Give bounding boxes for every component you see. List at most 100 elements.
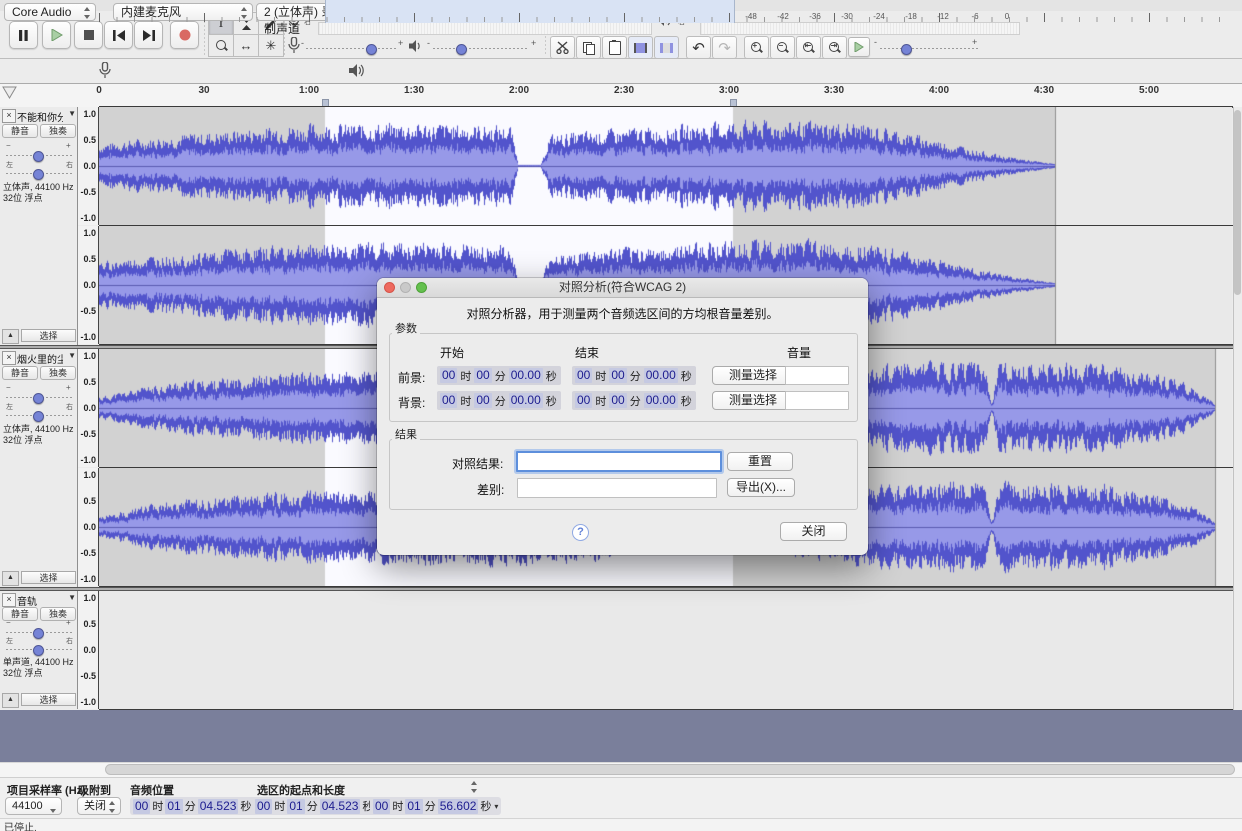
time-digit-group[interactable]: 56.602 [437, 798, 479, 814]
reset-button[interactable]: 重置 [727, 452, 793, 471]
time-digit-group[interactable]: ▾ [493, 802, 498, 811]
time-digit-group[interactable]: 01 [405, 798, 423, 814]
selection-length-field[interactable]: 00 时 01 分 56.602 秒 ▾ [370, 797, 502, 815]
collapse-track-button[interactable]: ▲ [2, 329, 19, 344]
foreground-end-field[interactable]: 00 时 00 分 00.00 秒 [572, 366, 696, 385]
fit-project-button[interactable]: ⇥ [822, 36, 847, 59]
collapse-track-button[interactable]: ▲ [2, 693, 19, 708]
play-speed-slider[interactable] [880, 48, 980, 49]
export-button[interactable]: 导出(X)... [727, 478, 795, 497]
track1-right-vruler[interactable]: 1.0 0.5 0.0 -0.5 -1.0 [78, 226, 99, 344]
mute-button[interactable]: 静音 [2, 366, 38, 380]
foreground-volume-field[interactable] [785, 366, 849, 385]
paste-button[interactable] [602, 36, 627, 59]
track2-control-panel[interactable]: ×烟火里的尘埃▼静音独奏−+左右立体声, 44100 Hz32位 浮点▲选择 [0, 349, 78, 587]
zoom-in-button[interactable]: + [744, 36, 769, 59]
collapse-track-button[interactable]: ▲ [2, 571, 19, 586]
track-menu-icon[interactable]: ▼ [68, 351, 76, 360]
time-digit-group[interactable]: 分 [184, 798, 197, 814]
track-close-button[interactable]: × [2, 593, 16, 607]
track-title[interactable]: 烟火里的尘埃 [17, 351, 63, 366]
track1-left-waveform[interactable] [99, 107, 1232, 225]
time-digit-group[interactable]: 00.00 [508, 368, 543, 383]
time-digit-group[interactable]: 00 [440, 393, 458, 408]
track1-left-vruler[interactable]: 1.0 0.5 0.0 -0.5 -1.0 [78, 107, 99, 225]
audio-position-field[interactable]: 00时01分04.523秒▾ [130, 797, 262, 815]
time-digit-group[interactable]: 00.00 [643, 368, 678, 383]
undo-button[interactable]: ↶ [686, 36, 711, 59]
help-icon[interactable]: ? [572, 524, 589, 541]
track-title[interactable]: 不能和你分手 [17, 109, 63, 124]
cut-button[interactable] [550, 36, 575, 59]
record-volume-thumb[interactable] [366, 44, 377, 55]
time-digit-group[interactable]: 分 [629, 368, 642, 384]
project-rate-select[interactable]: 44100 [5, 797, 62, 815]
time-digit-group[interactable]: 分 [494, 393, 507, 409]
time-digit-group[interactable]: 时 [594, 368, 607, 384]
measure-foreground-button[interactable]: 测量选择 [712, 366, 794, 385]
zoom-tool-button[interactable] [208, 34, 234, 57]
solo-button[interactable]: 独奏 [40, 124, 76, 138]
time-digit-group[interactable]: 00 [255, 798, 273, 814]
time-digit-group[interactable]: 00 [575, 368, 593, 383]
track2-left-vruler[interactable]: 1.0 0.5 0.0 -0.5 -1.0 [78, 349, 99, 467]
time-digit-group[interactable]: 秒 [680, 393, 693, 409]
playback-volume-slider[interactable] [433, 48, 529, 49]
time-digit-group[interactable]: 秒 [479, 798, 492, 814]
time-digit-group[interactable]: 时 [459, 368, 472, 384]
play-speed-thumb[interactable] [901, 44, 912, 55]
time-digit-group[interactable]: 秒 [239, 798, 252, 814]
time-digit-group[interactable]: 00 [474, 393, 492, 408]
time-digit-group[interactable]: 01 [165, 798, 183, 814]
record-volume-slider[interactable] [306, 48, 396, 49]
track3-vruler[interactable]: 1.0 0.5 0.0 -0.5 -1.0 [78, 591, 99, 709]
gain-slider-thumb[interactable] [33, 393, 44, 404]
time-digit-group[interactable]: 秒 [680, 368, 693, 384]
track2-right-vruler[interactable]: 1.0 0.5 0.0 -0.5 -1.0 [78, 468, 99, 586]
time-digit-group[interactable]: 分 [306, 798, 319, 814]
time-digit-group[interactable]: 时 [391, 798, 404, 814]
time-digit-group[interactable]: 04.523 [197, 798, 239, 814]
vertical-scrollbar-thumb[interactable] [1234, 110, 1241, 295]
time-digit-group[interactable]: 时 [459, 393, 472, 409]
time-digit-group[interactable]: 00 [609, 393, 627, 408]
time-digit-group[interactable]: 00 [440, 368, 458, 383]
time-digit-group[interactable]: 时 [151, 798, 164, 814]
playback-meter-bar[interactable] [700, 22, 1020, 35]
play-button[interactable] [42, 21, 71, 49]
pan-slider-thumb[interactable] [33, 169, 44, 180]
redo-button[interactable]: ↷ [712, 36, 737, 59]
time-digit-group[interactable]: 分 [494, 368, 507, 384]
silence-audio-button[interactable] [654, 36, 679, 59]
track-title[interactable]: 音轨 [17, 593, 63, 608]
pause-button[interactable] [9, 21, 38, 49]
background-volume-field[interactable] [785, 391, 849, 410]
solo-button[interactable]: 独奏 [40, 366, 76, 380]
contrast-result-field[interactable] [516, 451, 722, 472]
track1-control-panel[interactable]: ×不能和你分手▼静音独奏−+左右立体声, 44100 Hz32位 浮点▲选择 [0, 107, 78, 345]
time-digit-group[interactable]: 秒 [545, 368, 558, 384]
time-digit-group[interactable]: 00 [575, 393, 593, 408]
snap-to-select[interactable]: 关闭 [77, 797, 121, 815]
time-digit-group[interactable]: 分 [629, 393, 642, 409]
gain-slider-thumb[interactable] [33, 628, 44, 639]
record-button[interactable] [170, 21, 199, 49]
track-select-button[interactable]: 选择 [21, 571, 76, 584]
skip-to-start-button[interactable] [104, 21, 133, 49]
horizontal-scrollbar-thumb[interactable] [105, 764, 1235, 775]
play-at-speed-button[interactable] [848, 37, 870, 57]
copy-button[interactable] [576, 36, 601, 59]
trim-audio-button[interactable] [628, 36, 653, 59]
record-meter-bar[interactable] [318, 22, 652, 35]
difference-field[interactable] [517, 478, 717, 498]
time-digit-group[interactable]: 04.523 [319, 798, 361, 814]
time-digit-group[interactable]: 00.00 [643, 393, 678, 408]
skip-to-end-button[interactable] [134, 21, 163, 49]
time-digit-group[interactable]: 分 [424, 798, 437, 814]
mute-button[interactable]: 静音 [2, 124, 38, 138]
track-close-button[interactable]: × [2, 351, 16, 365]
timeshift-tool-button[interactable]: ↔ [233, 34, 259, 57]
pan-slider-thumb[interactable] [33, 411, 44, 422]
time-digit-group[interactable]: 时 [273, 798, 286, 814]
selection-start-field[interactable]: 00时01分04.523秒▾ [252, 797, 384, 815]
